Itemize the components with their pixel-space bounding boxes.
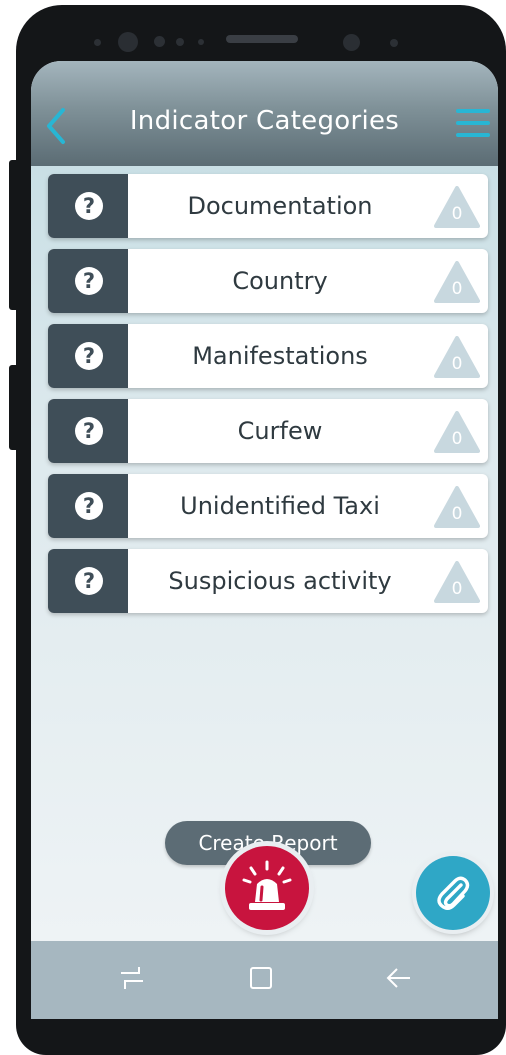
attach-button[interactable] <box>416 856 490 930</box>
question-circle-icon: ? <box>75 567 103 595</box>
category-item[interactable]: ? Curfew 0 <box>48 399 488 463</box>
alarm-button[interactable] <box>225 846 309 930</box>
question-circle-icon: ? <box>75 417 103 445</box>
iris-sensor <box>343 34 360 51</box>
category-icon-block: ? <box>48 399 128 463</box>
paperclip-icon <box>437 876 470 910</box>
category-label: Unidentified Taxi <box>180 492 380 520</box>
category-label: Documentation <box>187 192 373 220</box>
count-badge: 0 <box>434 261 480 303</box>
category-item[interactable]: ? Unidentified Taxi 0 <box>48 474 488 538</box>
screen: Indicator Categories ? Documentation 0 ?… <box>31 61 498 1019</box>
category-icon-block: ? <box>48 474 128 538</box>
siren-icon <box>242 860 292 910</box>
hamburger-menu-icon[interactable] <box>456 109 490 139</box>
category-label: Manifestations <box>192 342 368 370</box>
sensor-dot <box>154 36 165 47</box>
category-icon-block: ? <box>48 174 128 238</box>
question-circle-icon: ? <box>75 267 103 295</box>
category-item[interactable]: ? Country 0 <box>48 249 488 313</box>
count-value: 0 <box>451 354 463 374</box>
front-camera <box>118 32 138 52</box>
count-badge: 0 <box>434 336 480 378</box>
sensor-dot <box>390 39 398 47</box>
count-badge: 0 <box>434 561 480 603</box>
page-title: Indicator Categories <box>129 106 400 136</box>
count-value: 0 <box>451 204 463 224</box>
count-value: 0 <box>451 504 463 524</box>
count-value: 0 <box>451 429 463 449</box>
count-value: 0 <box>451 279 463 299</box>
question-circle-icon: ? <box>75 192 103 220</box>
category-item[interactable]: ? Manifestations 0 <box>48 324 488 388</box>
sensor-dot <box>94 39 101 46</box>
count-badge: 0 <box>434 411 480 453</box>
app-bar: Indicator Categories <box>31 61 498 166</box>
category-item[interactable]: ? Documentation 0 <box>48 174 488 238</box>
category-label: Country <box>232 267 328 295</box>
sensor-dot <box>198 39 204 45</box>
back-arrow-icon[interactable] <box>385 961 413 995</box>
chevron-left-icon[interactable] <box>41 106 71 146</box>
category-icon-block: ? <box>48 549 128 613</box>
category-icon-block: ? <box>48 249 128 313</box>
phone-top-bezel <box>16 5 506 65</box>
category-icon-block: ? <box>48 324 128 388</box>
category-label: Curfew <box>237 417 323 445</box>
question-circle-icon: ? <box>75 492 103 520</box>
system-nav-bar <box>31 941 498 1019</box>
category-item[interactable]: ? Suspicious activity 0 <box>48 549 488 613</box>
sensor-dot <box>176 38 184 46</box>
recent-apps-icon[interactable] <box>119 961 145 995</box>
category-label: Suspicious activity <box>168 567 392 595</box>
count-badge: 0 <box>434 486 480 528</box>
question-circle-icon: ? <box>75 342 103 370</box>
home-square-icon[interactable] <box>249 961 273 995</box>
category-list: ? Documentation 0 ? Country 0 ? Manifest… <box>31 166 498 941</box>
earpiece-speaker <box>226 35 298 43</box>
count-value: 0 <box>451 579 463 599</box>
count-badge: 0 <box>434 186 480 228</box>
